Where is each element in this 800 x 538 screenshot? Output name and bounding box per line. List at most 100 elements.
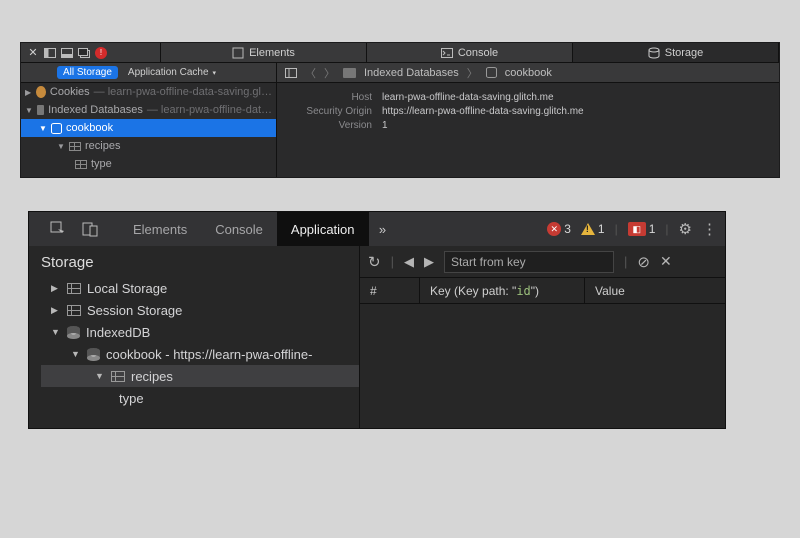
error-icon: ✕ [547, 222, 561, 236]
disclosure-down-icon: ▼ [25, 106, 33, 115]
filter-all-storage[interactable]: All Storage [57, 66, 118, 79]
chevron-down-icon: ▾ [213, 69, 217, 77]
breadcrumb-item[interactable]: Indexed Databases [364, 67, 459, 79]
chrome-status-area: ✕3 1 | ◧1 | ⚙ ⋮ [547, 212, 725, 246]
database-icon [67, 326, 80, 339]
tab-label: Storage [665, 47, 704, 59]
host-label: — learn-pwa-offline-data-saving.gl… [94, 86, 272, 98]
sidebar-item-database[interactable]: ▼ cookbook [21, 119, 276, 137]
label: IndexedDB [86, 325, 150, 340]
start-key-input[interactable]: Start from key [444, 251, 614, 273]
detail-value: 1 [382, 120, 388, 131]
safari-breadcrumb: 〈 〉 Indexed Databases 〉 cookbook [277, 63, 779, 82]
detail-key: Security Origin [287, 106, 382, 117]
disclosure-down-icon: ▼ [95, 371, 105, 381]
gear-icon[interactable]: ⚙ [679, 220, 692, 238]
safari-filter-bar: All Storage Application Cache ▾ [21, 63, 277, 82]
chrome-devtools: Elements Console Application » ✕3 1 | ◧1… [28, 211, 726, 429]
sidebar-item-local-storage[interactable]: ▶ Local Storage [41, 277, 359, 299]
console-icon [441, 48, 453, 58]
disclosure-right-icon: ▶ [25, 88, 32, 97]
chevron-right-icon: 〉 [467, 65, 478, 81]
safari-tab-bar: ✕ ! Elements Console Storage [21, 43, 779, 63]
breadcrumb-item[interactable]: cookbook [505, 67, 552, 79]
warning-count[interactable]: 1 [581, 222, 605, 236]
close-icon[interactable]: ✕ [660, 253, 672, 270]
dock-bottom-icon[interactable] [61, 47, 73, 59]
chrome-data-toolbar: ↻ | ◀ ▶ Start from key | ⊘ ✕ [360, 246, 725, 278]
label: type [119, 391, 144, 406]
inspect-icon[interactable] [49, 220, 67, 238]
storage-icon [67, 305, 81, 316]
popout-icon[interactable] [78, 47, 90, 59]
folder-icon [343, 68, 356, 78]
tab-console[interactable]: Console [201, 212, 277, 246]
kebab-icon[interactable]: ⋮ [702, 220, 717, 238]
label: Indexed Databases [48, 104, 143, 116]
sidebar-item-store[interactable]: ▼ recipes [21, 137, 276, 155]
safari-toolbar: All Storage Application Cache ▾ 〈 〉 Inde… [21, 63, 779, 83]
tab-storage[interactable]: Storage [573, 43, 779, 62]
prev-page-icon[interactable]: ◀ [404, 254, 414, 270]
tab-label: Elements [249, 47, 295, 59]
cookie-icon [36, 86, 46, 98]
close-icon[interactable]: ✕ [27, 47, 39, 59]
clear-icon[interactable]: ⊘ [637, 253, 650, 271]
safari-sidebar: ▶ Cookies — learn-pwa-offline-data-savin… [21, 83, 277, 177]
sidebar-item-session-storage[interactable]: ▶Session Storage [41, 299, 359, 321]
sidebar-item-store[interactable]: ▼ recipes [41, 365, 359, 387]
safari-tab-controls: ✕ ! [21, 43, 161, 62]
nav-back-icon[interactable]: 〈 [305, 65, 316, 81]
sidebar-toggle-icon[interactable] [285, 68, 297, 78]
sidebar-item-cookies[interactable]: ▶ Cookies — learn-pwa-offline-data-savin… [21, 83, 276, 101]
label: type [91, 158, 112, 170]
label: Session Storage [87, 303, 182, 318]
safari-devtools: ✕ ! Elements Console Storage All Storage… [20, 42, 780, 178]
storage-icon [67, 283, 81, 294]
device-toggle-icon[interactable] [81, 220, 99, 238]
dock-side-icon[interactable] [44, 47, 56, 59]
chrome-tab-bar: Elements Console Application » ✕3 1 | ◧1… [29, 212, 725, 246]
detail-value: https://learn-pwa-offline-data-saving.gl… [382, 106, 584, 117]
column-index[interactable]: # [360, 278, 420, 303]
safari-details: Hostlearn-pwa-offline-data-saving.glitch… [277, 83, 779, 177]
refresh-icon[interactable]: ↻ [368, 253, 381, 271]
placeholder: Start from key [451, 255, 526, 269]
error-count[interactable]: ✕3 [547, 222, 571, 236]
tab-elements[interactable]: Elements [161, 43, 367, 62]
tab-application[interactable]: Application [277, 212, 369, 246]
sidebar-item-index[interactable]: type [41, 387, 359, 409]
database-icon [87, 348, 100, 361]
chrome-table-header: # Key (Key path: "id") Value [360, 278, 725, 304]
tab-label: Console [458, 47, 498, 59]
next-page-icon[interactable]: ▶ [424, 254, 434, 270]
issues-count[interactable]: ◧1 [628, 222, 656, 236]
disclosure-down-icon: ▼ [51, 327, 61, 337]
issues-icon: ◧ [628, 222, 646, 236]
nav-forward-icon[interactable]: 〉 [324, 65, 335, 81]
table-icon [75, 160, 87, 169]
sidebar-item-database[interactable]: ▼cookbook - https://learn-pwa-offline- [41, 343, 359, 365]
sidebar-item-index[interactable]: type [21, 155, 276, 173]
column-key[interactable]: Key (Key path: "id") [420, 278, 585, 303]
disclosure-down-icon: ▼ [39, 124, 47, 133]
table-icon [111, 371, 125, 382]
label: Local Storage [87, 281, 167, 296]
count: 1 [598, 222, 605, 236]
detail-key: Host [287, 92, 382, 103]
disclosure-right-icon: ▶ [51, 283, 61, 294]
chrome-main: ↻ | ◀ ▶ Start from key | ⊘ ✕ # Key (Key … [359, 246, 725, 428]
tab-console[interactable]: Console [367, 43, 573, 62]
label: recipes [131, 369, 173, 384]
detail-key: Version [287, 120, 382, 131]
chrome-tool-buttons [29, 212, 119, 246]
column-value[interactable]: Value [585, 278, 635, 303]
filter-app-cache[interactable]: Application Cache ▾ [122, 66, 222, 79]
disclosure-down-icon: ▼ [57, 142, 65, 151]
tab-overflow-icon[interactable]: » [369, 212, 397, 246]
database-icon [51, 123, 62, 134]
error-badge[interactable]: ! [95, 47, 107, 59]
sidebar-item-indexed-db[interactable]: ▼ Indexed Databases — learn-pwa-offline-… [21, 101, 276, 119]
tab-elements[interactable]: Elements [119, 212, 201, 246]
sidebar-item-indexeddb[interactable]: ▼ IndexedDB [41, 321, 359, 343]
